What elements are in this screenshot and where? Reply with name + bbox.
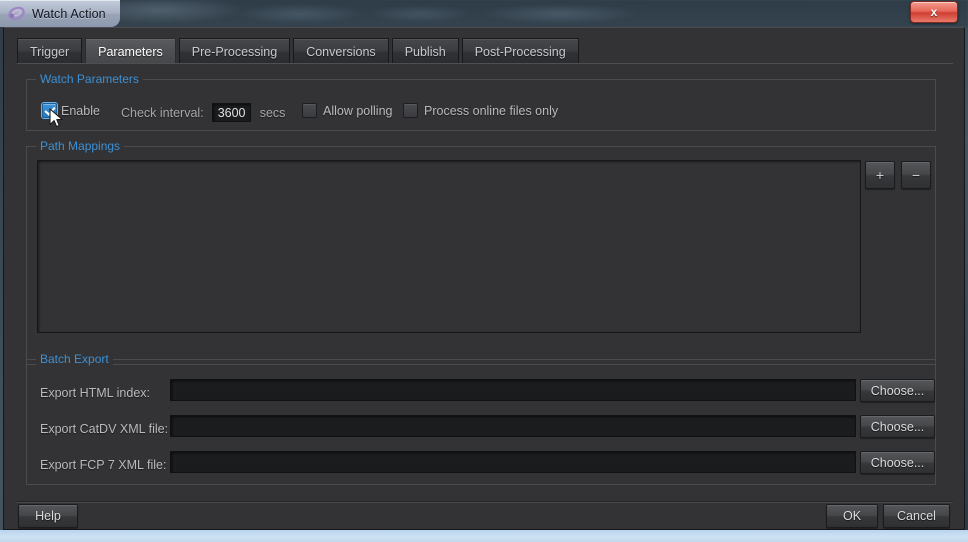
enable-checkbox-row: Enable	[42, 103, 100, 118]
remove-path-mapping-button[interactable]: −	[901, 161, 931, 189]
close-icon: x	[931, 5, 938, 19]
choose-button-label: Choose...	[871, 384, 925, 398]
title-bar: Watch Action x	[0, 0, 968, 27]
minus-icon: −	[912, 167, 920, 183]
check-interval-value: 3600	[218, 106, 246, 120]
tab-trigger[interactable]: Trigger	[17, 38, 82, 64]
footer-divider	[17, 501, 953, 503]
export-fcp7-xml-label: Export FCP 7 XML file:	[40, 458, 166, 472]
enable-label: Enable	[61, 104, 100, 118]
add-path-mapping-button[interactable]: +	[865, 161, 895, 189]
tab-publish[interactable]: Publish	[392, 38, 459, 64]
check-interval-row: Check interval: 3600 secs	[121, 103, 285, 122]
tab-label: Publish	[405, 45, 446, 59]
export-html-index-label-wrap: Export HTML index:	[40, 384, 140, 402]
check-interval-units: secs	[260, 106, 286, 120]
process-online-files-only-label: Process online files only	[424, 104, 558, 118]
path-mappings-group-label: Path Mappings	[36, 139, 124, 153]
tab-conversions[interactable]: Conversions	[293, 38, 388, 64]
export-html-index-input[interactable]	[170, 379, 856, 401]
title-plate: Watch Action	[0, 0, 120, 27]
swirl-icon	[8, 5, 25, 22]
cancel-button-label: Cancel	[897, 509, 936, 523]
export-fcp7-xml-input[interactable]	[170, 451, 856, 473]
watch-parameters-group-label: Watch Parameters	[36, 72, 143, 86]
plus-icon: +	[876, 167, 884, 183]
tab-label: Conversions	[306, 45, 375, 59]
ok-button-label: OK	[843, 509, 861, 523]
tab-post-processing[interactable]: Post-Processing	[462, 38, 579, 64]
process-online-files-only-row: Process online files only	[403, 103, 558, 118]
export-catdv-xml-input[interactable]	[170, 415, 856, 437]
check-interval-label: Check interval:	[121, 106, 204, 120]
batch-export-group-label: Batch Export	[36, 352, 113, 366]
choose-button-label: Choose...	[871, 456, 925, 470]
path-mappings-list[interactable]	[37, 160, 861, 333]
tab-label: Post-Processing	[475, 45, 566, 59]
allow-polling-label: Allow polling	[323, 104, 392, 118]
allow-polling-row: Allow polling	[302, 103, 392, 118]
export-catdv-xml-label-wrap: Export CatDV XML file:	[40, 420, 170, 438]
check-interval-input[interactable]: 3600	[212, 103, 251, 122]
tab-parameters[interactable]: Parameters	[85, 38, 176, 64]
close-window-button[interactable]: x	[910, 1, 958, 23]
window-title: Watch Action	[32, 7, 106, 21]
tab-label: Parameters	[98, 45, 163, 59]
tab-bar: Trigger Parameters Pre-Processing Conver…	[17, 38, 579, 64]
watch-action-dialog: Trigger Parameters Pre-Processing Conver…	[3, 27, 965, 530]
ok-button[interactable]: OK	[826, 504, 878, 528]
choose-html-index-button[interactable]: Choose...	[860, 379, 935, 402]
tab-label: Pre-Processing	[192, 45, 277, 59]
taskbar-strip	[0, 530, 968, 542]
tab-pre-processing[interactable]: Pre-Processing	[179, 38, 290, 64]
help-button-label: Help	[35, 509, 61, 523]
process-online-files-only-checkbox[interactable]	[403, 103, 418, 118]
allow-polling-checkbox[interactable]	[302, 103, 317, 118]
tab-label: Trigger	[30, 45, 69, 59]
choose-catdv-xml-button[interactable]: Choose...	[860, 415, 935, 438]
choose-button-label: Choose...	[871, 420, 925, 434]
enable-checkbox[interactable]	[42, 103, 57, 118]
tab-underline	[17, 63, 953, 64]
export-catdv-xml-label: Export CatDV XML file:	[40, 422, 168, 436]
choose-fcp7-xml-button[interactable]: Choose...	[860, 451, 935, 474]
help-button[interactable]: Help	[18, 504, 78, 528]
export-html-index-label: Export HTML index:	[40, 386, 150, 400]
cancel-button[interactable]: Cancel	[883, 504, 950, 528]
export-fcp7-xml-label-wrap: Export FCP 7 XML file:	[40, 456, 170, 474]
